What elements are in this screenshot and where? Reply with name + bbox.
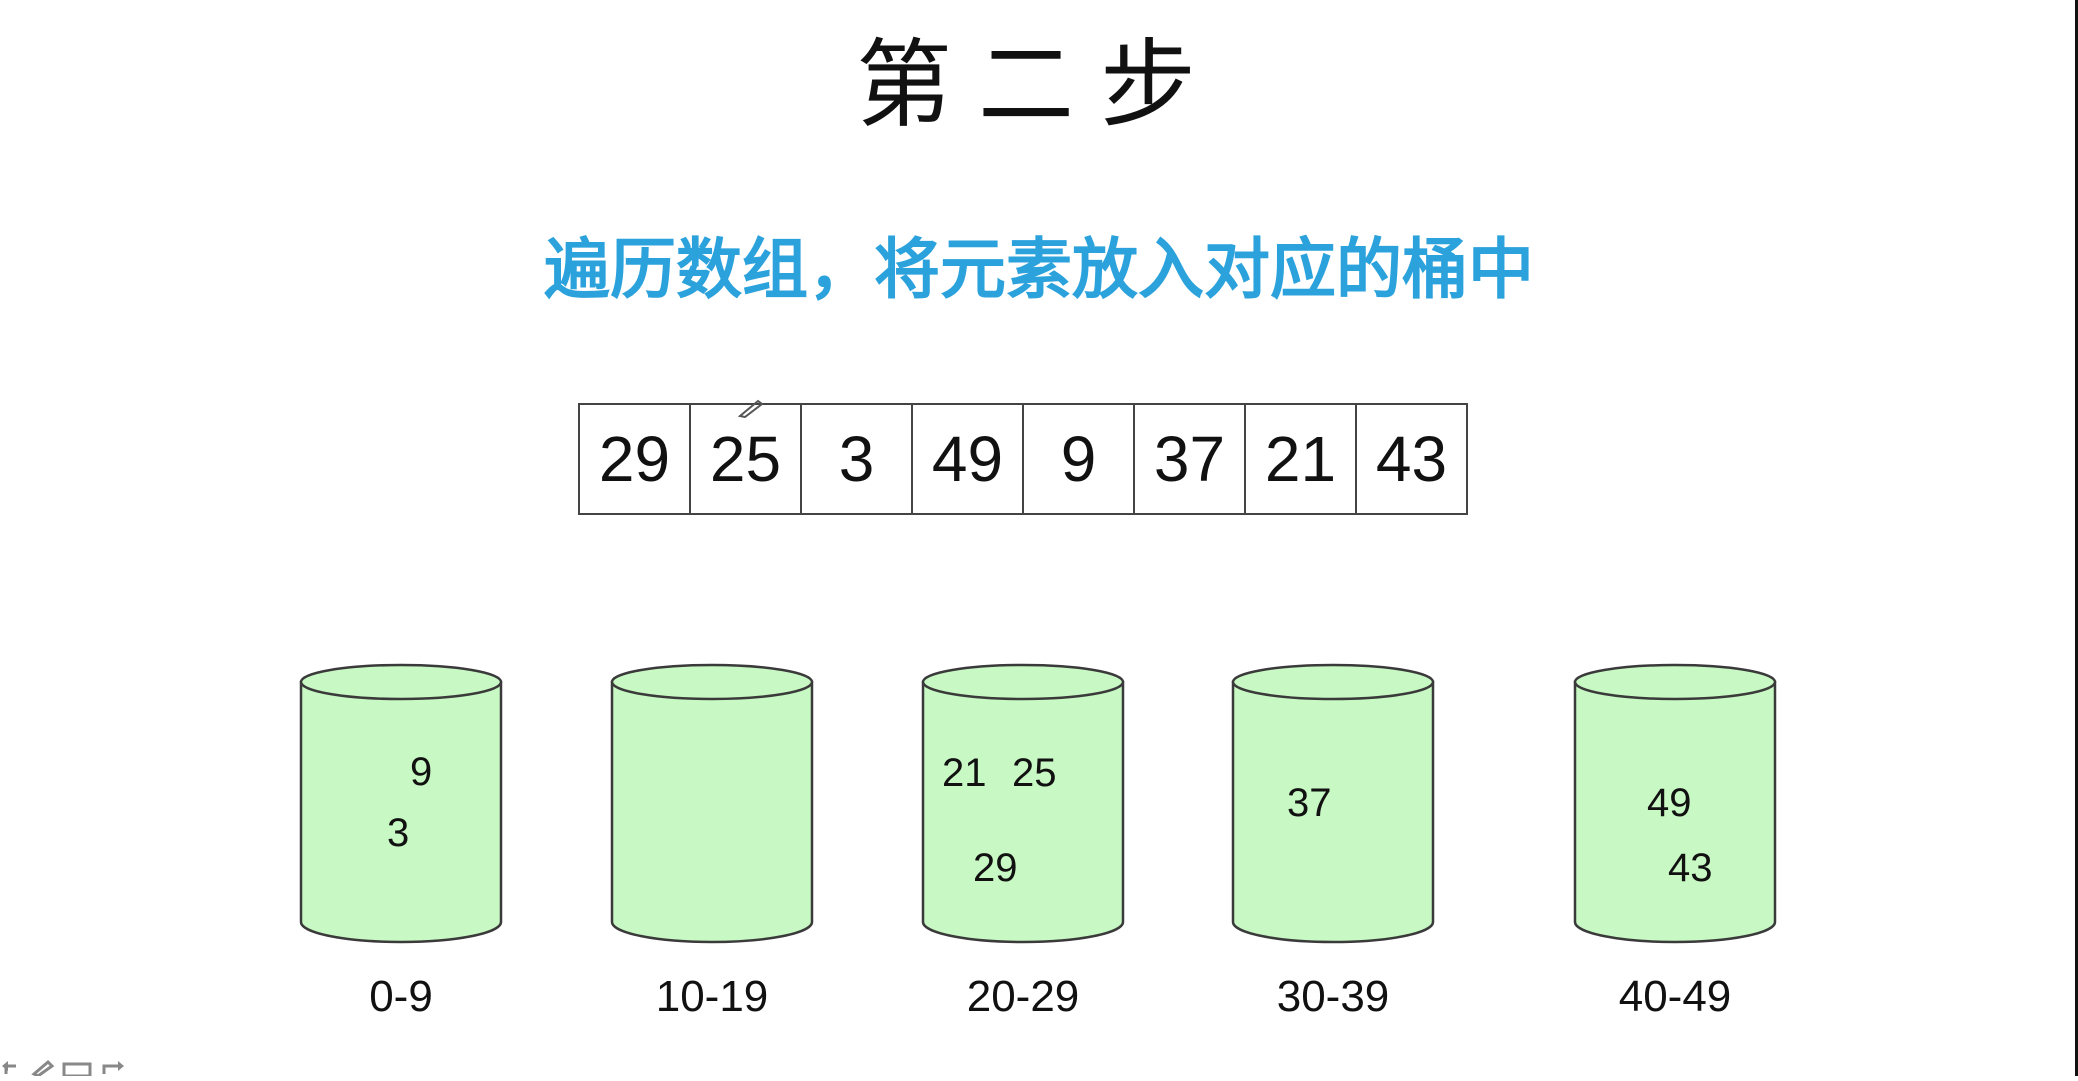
array-cell: 9 bbox=[1024, 405, 1135, 513]
array-cell: 25 bbox=[691, 405, 802, 513]
annotation-toolbar bbox=[0, 1058, 180, 1078]
bucket-0-9: 9 3 bbox=[298, 660, 504, 948]
array-cell: 37 bbox=[1135, 405, 1246, 513]
page-title: 第二步 bbox=[856, 29, 1222, 141]
array-cell: 43 bbox=[1357, 405, 1468, 513]
array-cell: 21 bbox=[1246, 405, 1357, 513]
bucket-label: 0-9 bbox=[369, 972, 433, 1021]
bucket-label: 10-19 bbox=[655, 972, 769, 1021]
bucket-value: 3 bbox=[387, 811, 410, 855]
undo-icon[interactable] bbox=[2, 1061, 16, 1074]
bucket-value: 37 bbox=[1287, 781, 1332, 825]
bucket-cylinder-shape bbox=[610, 663, 814, 944]
array-cell: 29 bbox=[580, 405, 691, 513]
bucket-30-39: 37 bbox=[1230, 660, 1436, 948]
pen-cursor-icon bbox=[738, 399, 764, 418]
array-cell: 3 bbox=[802, 405, 913, 513]
array-cell: 49 bbox=[913, 405, 1024, 513]
bucket-value: 49 bbox=[1647, 781, 1692, 825]
bucket-value: 21 bbox=[942, 751, 987, 795]
bucket-cylinder-shape bbox=[299, 663, 503, 944]
bucket-label: 20-29 bbox=[966, 972, 1080, 1021]
bucket-cylinder-shape bbox=[921, 663, 1125, 944]
step-description: 遍历数组，将元素放入对应的桶中 bbox=[544, 231, 1534, 308]
bucket-value: 9 bbox=[410, 750, 433, 794]
bucket-40-49: 49 43 bbox=[1572, 660, 1778, 948]
bucket-10-19 bbox=[609, 660, 815, 948]
bucket-value: 25 bbox=[1012, 751, 1057, 795]
eraser-icon[interactable] bbox=[62, 1062, 92, 1078]
bucket-value: 29 bbox=[973, 846, 1018, 890]
input-array: 29 25 3 49 9 37 21 43 bbox=[578, 403, 1468, 515]
bucket-20-29: 21 25 29 bbox=[920, 660, 1126, 948]
bucket-label: 40-49 bbox=[1618, 972, 1732, 1021]
bucket-value: 43 bbox=[1668, 846, 1713, 890]
redo-icon[interactable] bbox=[102, 1061, 124, 1074]
bucket-cylinder-shape bbox=[1231, 663, 1435, 944]
pen-icon[interactable] bbox=[31, 1059, 55, 1078]
bucket-label: 30-39 bbox=[1276, 972, 1390, 1021]
